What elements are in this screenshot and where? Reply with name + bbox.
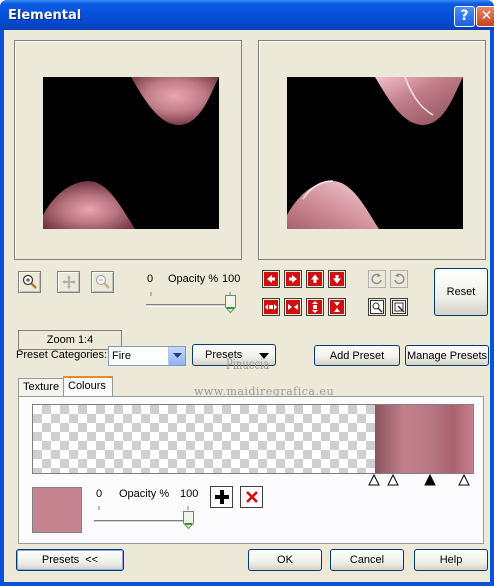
result-preview-image: [287, 77, 463, 229]
original-preview-image: [43, 77, 219, 229]
colour-opacity-slider[interactable]: [94, 506, 196, 530]
reset-button-label: Reset: [446, 286, 476, 298]
stretch-vertical-icon: [308, 300, 322, 314]
arrow-right-icon: [286, 272, 300, 286]
cancel-button[interactable]: Cancel: [330, 549, 404, 571]
colour-opacity-max: 100: [180, 488, 199, 500]
pan-icon: [61, 275, 76, 289]
add-preset-button[interactable]: Add Preset: [314, 345, 400, 366]
ok-button[interactable]: OK: [248, 549, 322, 571]
preview-opacity-label: Opacity %: [168, 273, 219, 285]
zoom-in-button[interactable]: [18, 271, 41, 293]
original-preview-panel[interactable]: [14, 40, 242, 260]
move-down-button[interactable]: [328, 270, 346, 288]
preview-opacity-min: 0: [147, 273, 154, 285]
preview-opacity-max: 100: [222, 273, 241, 285]
preview-opacity-slider[interactable]: [146, 292, 238, 316]
gradient-stop-marker[interactable]: [458, 474, 470, 486]
arrow-left-icon: [264, 272, 278, 286]
zoom-level-text: Zoom 1:4: [46, 334, 94, 346]
zoom-out-button[interactable]: [91, 271, 114, 293]
actual-size-button[interactable]: [390, 298, 408, 316]
shrink-vertical-icon: [330, 300, 344, 314]
tab-texture[interactable]: Texture: [18, 378, 64, 396]
gradient-stop-marker[interactable]: [368, 474, 380, 486]
colour-opacity-label: Opacity %: [119, 488, 170, 500]
stretch-horizontal-icon: [264, 300, 278, 314]
colour-opacity-thumb[interactable]: [183, 511, 194, 529]
arrow-up-icon: [308, 272, 322, 286]
title-bar[interactable]: Elemental ? ✕: [0, 0, 494, 30]
chevron-down-icon[interactable]: [168, 347, 185, 365]
tab-texture-label: Texture: [23, 381, 60, 393]
zoom-fit-icon: [370, 300, 384, 314]
manage-presets-button[interactable]: Manage Presets: [405, 345, 489, 366]
move-left-button[interactable]: [262, 270, 280, 288]
preview-opacity-thumb[interactable]: [225, 295, 236, 313]
help-button-label: Help: [439, 554, 463, 566]
preset-categories-label: Preset Categories:: [16, 349, 108, 361]
move-right-button[interactable]: [284, 270, 302, 288]
zoom-out-icon: [95, 274, 110, 289]
reset-button[interactable]: Reset: [434, 268, 488, 316]
gradient-preview[interactable]: [32, 404, 474, 474]
help-button[interactable]: Help: [414, 549, 488, 571]
shrink-horizontal-button[interactable]: [284, 298, 302, 316]
plus-icon: [214, 490, 229, 504]
zoom-in-icon: [22, 274, 37, 289]
preview-opacity-track: [146, 304, 236, 307]
dialog-window: Elemental ? ✕ Zoom 1:4 0 Opacity % 100 R…: [0, 0, 494, 586]
shrink-vertical-button[interactable]: [328, 298, 346, 316]
rotate-left-button[interactable]: [368, 270, 386, 288]
colour-opacity-ticks: [98, 506, 189, 510]
add-stop-button[interactable]: [210, 486, 233, 508]
dialog-client: Zoom 1:4 0 Opacity % 100 Reset Preset Ca…: [4, 30, 490, 582]
colour-opacity-track: [94, 520, 194, 523]
delete-stop-button[interactable]: [240, 486, 263, 508]
gradient-stop-marker[interactable]: [387, 474, 399, 486]
pan-button[interactable]: [57, 271, 80, 293]
zoom-actual-icon: [392, 300, 406, 314]
stretch-horizontal-button[interactable]: [262, 298, 280, 316]
rotate-right-button[interactable]: [390, 270, 408, 288]
tab-colours[interactable]: Colours: [63, 376, 113, 396]
ok-button-label: OK: [277, 554, 293, 566]
preset-category-value: Fire: [112, 350, 131, 362]
manage-presets-label: Manage Presets: [406, 349, 488, 362]
gradient-colour-fill: [375, 405, 473, 473]
tab-colours-label: Colours: [68, 380, 106, 392]
stop-colour-swatch[interactable]: [32, 487, 82, 533]
rotate-left-icon: [371, 273, 382, 285]
add-preset-label: Add Preset: [329, 349, 385, 362]
close-button[interactable]: ✕: [476, 6, 494, 27]
fit-zoom-button[interactable]: [368, 298, 386, 316]
arrow-down-icon: [330, 272, 344, 286]
presets-toggle-button[interactable]: Presets <<: [16, 549, 124, 571]
result-preview-panel[interactable]: [258, 40, 486, 260]
cancel-button-label: Cancel: [349, 554, 385, 566]
rotate-right-icon: [394, 273, 405, 285]
watermark-name: Pinuccia: [226, 357, 270, 374]
delete-x-icon: [245, 491, 258, 503]
window-title: Elemental: [8, 8, 82, 23]
stretch-vertical-button[interactable]: [306, 298, 324, 316]
presets-toggle-label: Presets <<: [41, 554, 99, 566]
zoom-level-display: Zoom 1:4: [18, 330, 122, 350]
shrink-horizontal-icon: [286, 300, 300, 314]
help-title-button[interactable]: ?: [454, 6, 475, 27]
move-up-button[interactable]: [306, 270, 324, 288]
gradient-stop-marker[interactable]: [424, 474, 436, 486]
preset-category-select[interactable]: Fire: [108, 346, 186, 366]
colour-opacity-min: 0: [96, 488, 103, 500]
